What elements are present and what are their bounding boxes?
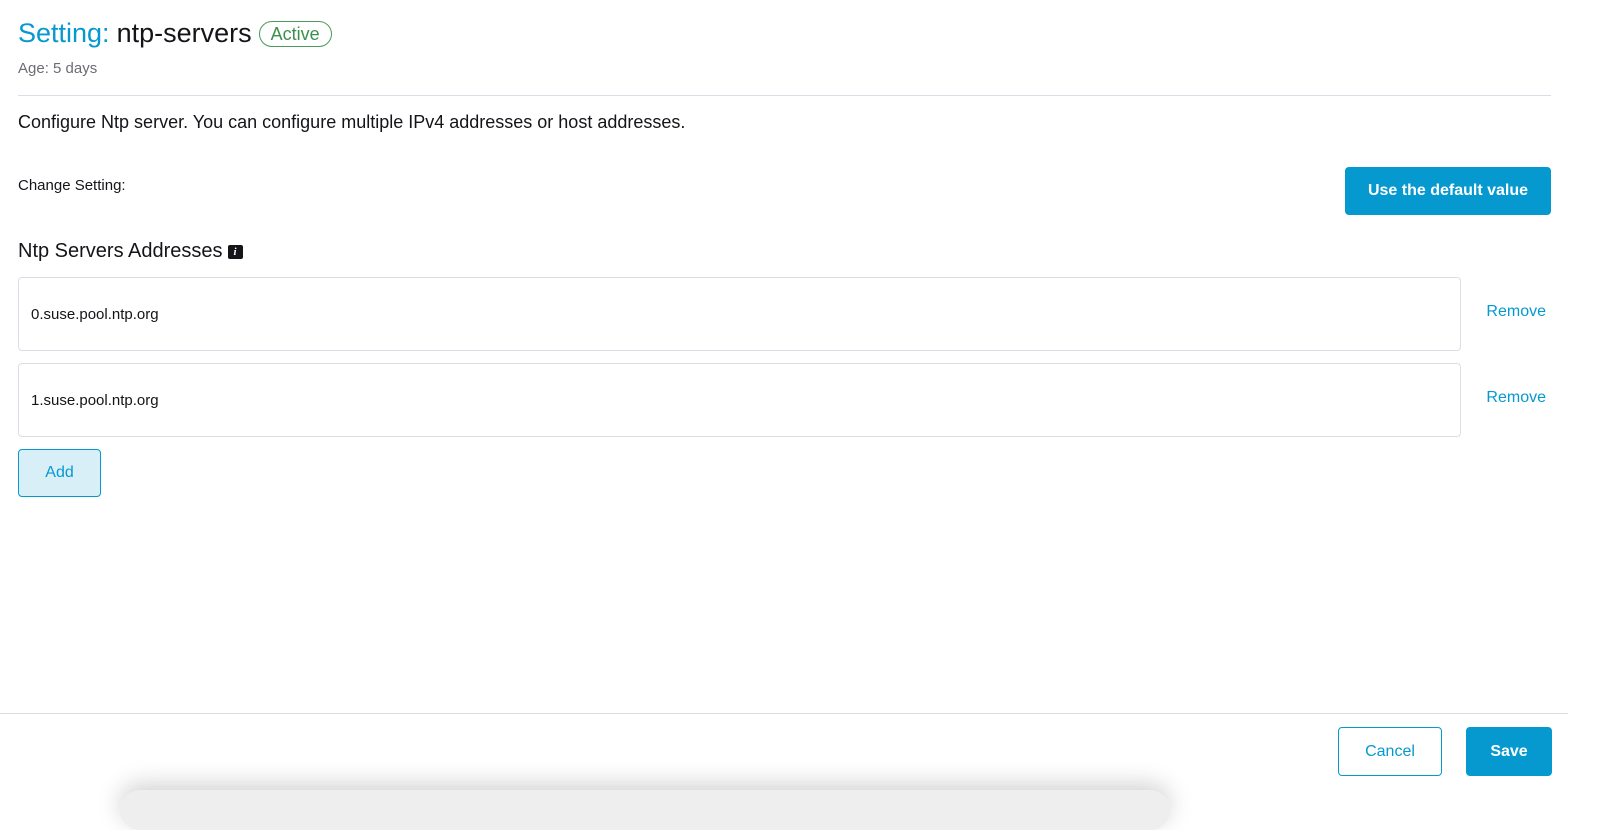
footer-divider bbox=[0, 713, 1568, 714]
divider bbox=[18, 95, 1551, 96]
servers-label: Ntp Servers Addresses bbox=[18, 240, 223, 262]
status-badge: Active bbox=[258, 20, 332, 47]
server-address-input[interactable] bbox=[18, 363, 1461, 437]
remove-button[interactable]: Remove bbox=[1486, 303, 1546, 321]
age-label: Age: 5 days bbox=[18, 60, 98, 77]
server-address-input[interactable] bbox=[18, 277, 1461, 351]
add-button[interactable]: Add bbox=[18, 449, 101, 497]
server-row: Remove bbox=[18, 277, 1551, 351]
save-button[interactable]: Save bbox=[1466, 727, 1552, 776]
use-default-button[interactable]: Use the default value bbox=[1345, 167, 1551, 215]
info-icon[interactable]: i bbox=[227, 244, 243, 259]
page-title: Setting: ntp-servers Active bbox=[18, 18, 332, 49]
setting-description: Configure Ntp server. You can configure … bbox=[18, 112, 686, 132]
overlay-shadow bbox=[120, 790, 1170, 830]
section-title: Ntp Servers Addresses i bbox=[18, 240, 243, 263]
setting-name: ntp-servers bbox=[116, 18, 252, 48]
cancel-button[interactable]: Cancel bbox=[1338, 727, 1442, 776]
change-setting-label: Change Setting: bbox=[18, 177, 126, 194]
remove-button[interactable]: Remove bbox=[1486, 389, 1546, 407]
server-row: Remove bbox=[18, 363, 1551, 437]
title-prefix: Setting: bbox=[18, 18, 110, 48]
